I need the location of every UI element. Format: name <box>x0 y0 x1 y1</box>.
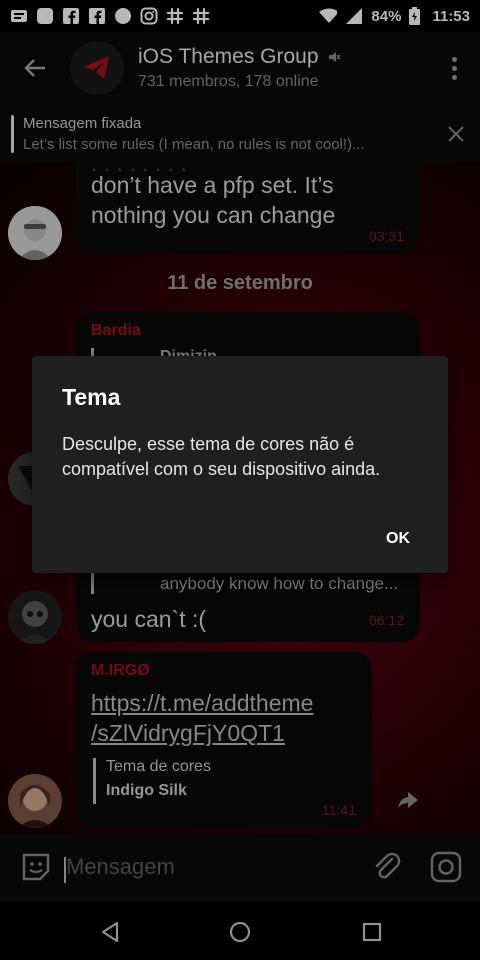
theme-link[interactable]: https://t.me/addtheme <box>91 688 313 718</box>
nav-back-button[interactable] <box>97 919 123 945</box>
share-arrow-icon <box>398 792 418 808</box>
message-input[interactable]: Mensagem <box>62 854 342 884</box>
close-icon <box>448 126 464 142</box>
user-photo-icon <box>8 774 62 828</box>
more-menu-button[interactable] <box>442 52 466 84</box>
avatar[interactable] <box>8 774 62 828</box>
navigation-bar <box>0 902 480 960</box>
date-separator: 11 de setembro <box>167 272 313 294</box>
wifi-icon <box>319 7 338 25</box>
theme-dialog: Tema Desculpe, esse tema de cores não é … <box>32 356 448 573</box>
text-cursor <box>64 857 66 883</box>
member-count: 731 membros, 178 online <box>138 73 319 90</box>
emoji-button[interactable] <box>20 851 52 883</box>
paperclip-icon <box>375 852 401 879</box>
instagram-icon <box>140 7 158 25</box>
group-info[interactable]: iOS Themes Group 731 membros, 178 online <box>138 45 341 91</box>
camera-button[interactable] <box>430 851 462 883</box>
battery-percent: 84% <box>371 7 402 25</box>
battery-charging-icon <box>409 7 421 25</box>
pinned-message-text: Let’s list some rules (I mean, no rules … <box>23 136 365 153</box>
facebook-icon <box>62 7 80 25</box>
notification-icon <box>10 7 28 25</box>
facebook-icon <box>88 7 106 25</box>
user-photo-icon <box>8 590 62 644</box>
share-button[interactable] <box>394 786 422 814</box>
camera-icon <box>430 851 462 883</box>
message-text: nothing you can change <box>91 202 336 228</box>
slack-icon <box>166 7 184 25</box>
dot-icon <box>451 74 457 80</box>
message-time: 11:41 <box>322 802 356 818</box>
attach-button[interactable] <box>370 850 404 884</box>
reply-preview: anybody know how to change... <box>160 574 399 593</box>
message-text: don’t have a pfp set. It’s <box>91 172 334 198</box>
status-bar: 84% 11:53 <box>0 0 480 32</box>
message-bubble[interactable]: . . . . . . . . don’t have a pfp set. It… <box>76 162 420 254</box>
avatar[interactable] <box>8 206 62 260</box>
sender-name: M.IRGØ <box>91 662 150 679</box>
circle-icon <box>114 7 132 25</box>
square-recents-icon <box>362 922 382 942</box>
preview-subtitle: Indigo Silk <box>106 782 187 799</box>
nav-home-button[interactable] <box>227 919 253 945</box>
message-time: 06:12 <box>368 612 404 628</box>
theme-link[interactable]: /sZlVidrygFjY0QT1 <box>91 718 313 748</box>
slack-icon <box>192 7 210 25</box>
message-placeholder: Mensagem <box>66 854 175 879</box>
telegram-plane-icon <box>84 56 109 79</box>
pinned-indicator <box>11 115 14 153</box>
message-bubble[interactable]: M.IRGØ https://t.me/addtheme /sZlVidrygF… <box>76 652 372 828</box>
reply-indicator <box>91 572 94 594</box>
nav-recents-button[interactable] <box>359 919 385 945</box>
avatar[interactable] <box>8 590 62 644</box>
preview-indicator <box>93 758 96 804</box>
message-time: 03:31 <box>368 228 404 244</box>
group-title: iOS Themes Group <box>138 45 319 68</box>
chat-header: iOS Themes Group 731 membros, 178 online <box>0 32 480 104</box>
group-avatar[interactable] <box>70 41 124 95</box>
ok-button[interactable]: OK <box>386 530 410 548</box>
message-icon <box>36 7 54 25</box>
triangle-back-icon <box>101 921 119 943</box>
dialog-message: Desculpe, esse tema de cores não é compa… <box>62 434 381 479</box>
sender-name: Bardia <box>91 322 141 339</box>
dot-icon <box>451 65 457 71</box>
pinned-title: Mensagem fixada <box>23 115 142 132</box>
message-input-bar: Mensagem <box>0 834 480 902</box>
dialog-title: Tema <box>62 384 121 410</box>
circle-home-icon <box>229 921 251 943</box>
muted-icon <box>328 52 341 62</box>
signal-icon <box>345 7 363 25</box>
pinned-message-bar[interactable]: Mensagem fixada Let’s list some rules (I… <box>0 104 480 162</box>
close-pinned-button[interactable] <box>446 124 466 144</box>
sticker-icon <box>22 853 50 881</box>
dot-icon <box>451 56 457 62</box>
message-text: you can`t :( <box>91 606 207 632</box>
clock: 11:53 <box>432 7 470 25</box>
preview-title: Tema de cores <box>106 758 211 775</box>
back-button[interactable] <box>0 32 70 104</box>
user-photo-icon <box>8 206 62 260</box>
arrow-left-icon <box>24 59 45 77</box>
